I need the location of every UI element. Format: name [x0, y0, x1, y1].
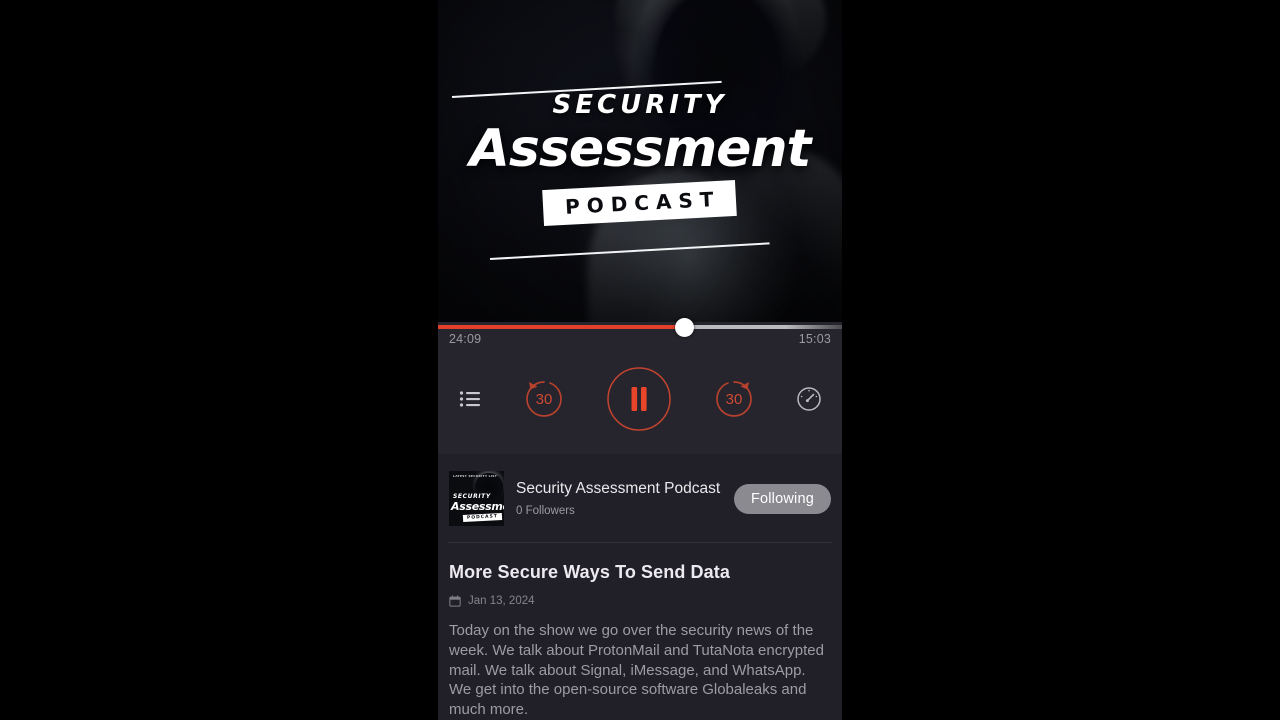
rewind-30-label: 30 — [535, 390, 553, 408]
queue-list-icon — [459, 391, 480, 407]
progress-fill — [438, 325, 685, 329]
podcast-followers: 0 Followers — [516, 504, 575, 517]
episode-content: LATEST SECURITY LIST SECURITY Assessment… — [438, 454, 842, 720]
rewind-30-button[interactable]: 30 — [520, 375, 568, 423]
podcast-name: Security Assessment Podcast — [516, 480, 721, 498]
artwork-line-security: SECURITY — [552, 90, 728, 120]
elapsed-time: 24:09 — [449, 332, 482, 346]
player-controls-panel: 24:09 15:03 30 30 — [438, 322, 842, 454]
episode-title: More Secure Ways To Send Data — [449, 562, 730, 582]
forward-30-button[interactable]: 30 — [710, 375, 758, 423]
episode-date-row: Jan 13, 2024 — [449, 595, 831, 607]
transport-controls: 30 30 — [438, 346, 842, 432]
pause-icon — [607, 367, 671, 431]
forward-30-label: 30 — [725, 390, 743, 408]
thumbnail-line-security: SECURITY — [453, 493, 491, 500]
podcast-row[interactable]: LATEST SECURITY LIST SECURITY Assessment… — [438, 454, 842, 542]
thumbnail-tag: LATEST SECURITY LIST — [453, 474, 498, 478]
podcast-thumbnail[interactable]: LATEST SECURITY LIST SECURITY Assessment… — [449, 471, 504, 526]
episode-date: Jan 13, 2024 — [468, 595, 535, 607]
calendar-icon — [449, 595, 461, 607]
following-button[interactable]: Following — [733, 483, 831, 514]
playback-speed-button[interactable] — [796, 386, 822, 412]
podcast-meta: Security Assessment Podcast 0 Followers — [516, 480, 722, 517]
artwork-line-podcast: PODCAST — [542, 179, 738, 226]
remaining-time: 15:03 — [798, 332, 831, 346]
screen: SECURITY Assessment PODCAST 24:09 15:03 — [0, 0, 1280, 720]
artwork-title-group: SECURITY Assessment PODCAST — [438, 90, 842, 226]
time-labels: 24:09 15:03 — [438, 332, 842, 346]
play-pause-button[interactable] — [606, 366, 672, 432]
phone-viewport: SECURITY Assessment PODCAST 24:09 15:03 — [438, 0, 842, 720]
episode-details: More Secure Ways To Send Data Jan 13, 20… — [438, 543, 842, 720]
speedometer-icon — [797, 387, 821, 411]
queue-button[interactable] — [458, 387, 482, 411]
episode-artwork[interactable]: SECURITY Assessment PODCAST — [438, 0, 842, 322]
thumbnail-line-assessment: Assessment — [451, 500, 504, 513]
progress-thumb[interactable] — [674, 318, 694, 337]
artwork-line-assessment: Assessment — [469, 119, 812, 179]
episode-description: Today on the show we go over the securit… — [449, 622, 824, 719]
thumbnail-line-podcast: PODCAST — [462, 512, 503, 523]
progress-track[interactable] — [438, 325, 842, 329]
